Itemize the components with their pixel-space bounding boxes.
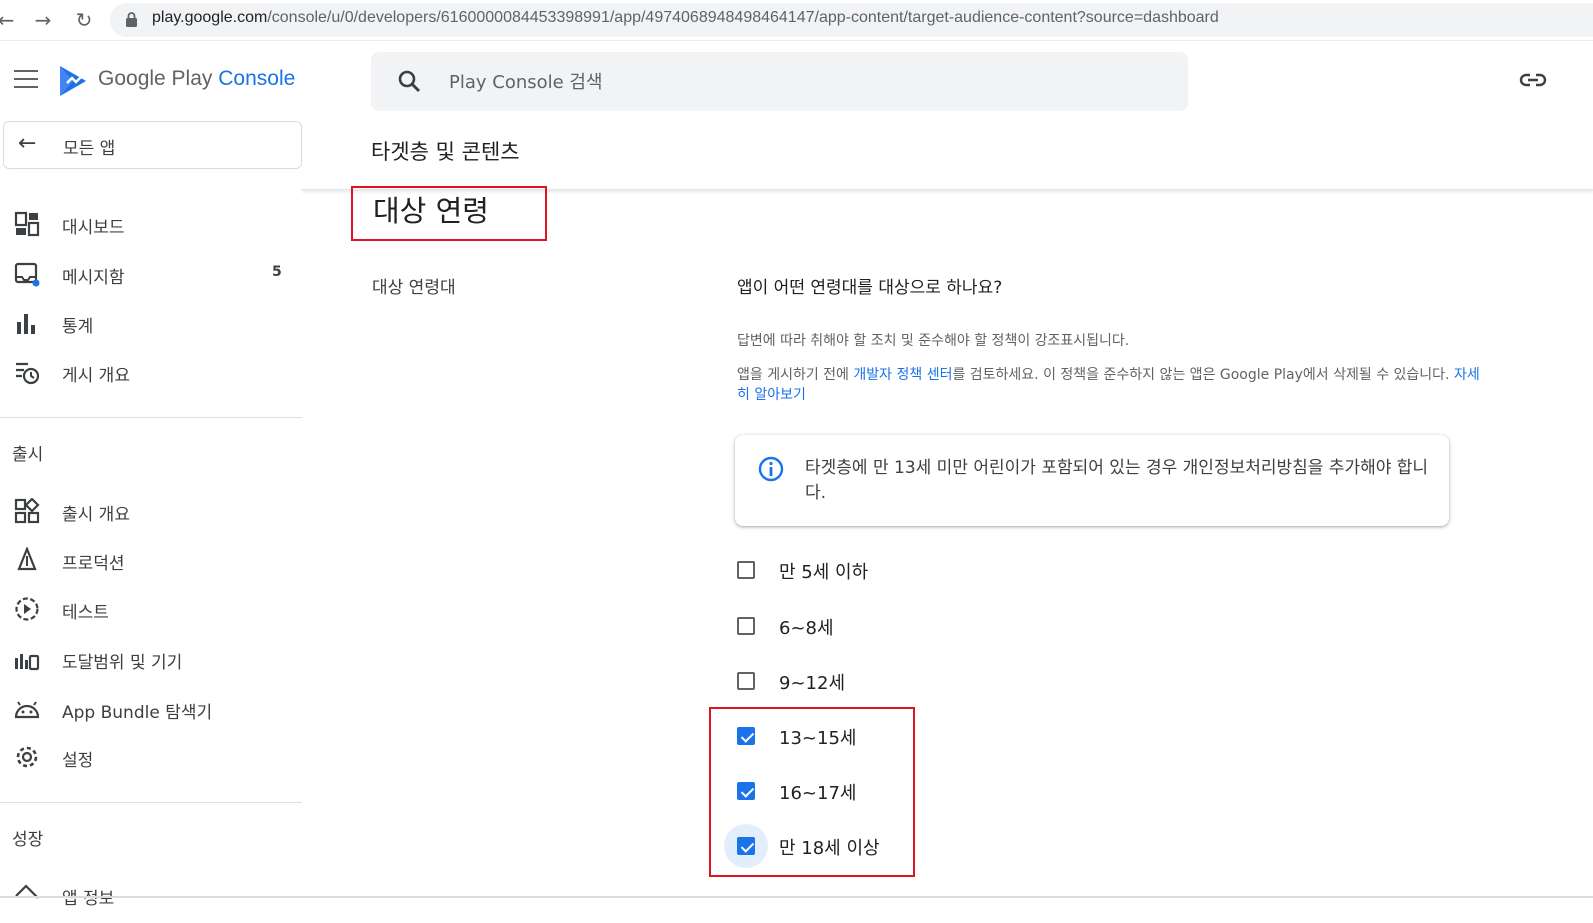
search-icon bbox=[398, 70, 421, 93]
search-input[interactable] bbox=[447, 66, 1151, 98]
testing-icon bbox=[15, 597, 39, 621]
forward-arrow-icon[interactable]: → bbox=[29, 6, 57, 34]
sidebar-item-reach-devices[interactable]: 도달범위 및 기기 bbox=[0, 636, 302, 680]
sidebar-item-label: 설정 bbox=[62, 751, 94, 771]
back-arrow-icon[interactable]: ← bbox=[0, 6, 20, 34]
publishing-overview-icon bbox=[16, 362, 40, 385]
reach-devices-icon bbox=[15, 654, 40, 671]
bottom-divider bbox=[0, 896, 1593, 898]
sidebar-item-testing[interactable]: 테스트 bbox=[0, 586, 302, 630]
highlight-box-title bbox=[351, 186, 547, 241]
sidebar-item-label: 프로덕션 bbox=[62, 554, 125, 574]
sidebar-item-statistics[interactable]: 통계 bbox=[0, 300, 302, 344]
browser-toolbar: ← → ↻ play.google.com/console/u/0/develo… bbox=[0, 0, 1593, 41]
sidebar-item-inbox[interactable]: 메시지함 5 bbox=[0, 251, 302, 295]
sidebar-item-settings[interactable]: 설정 bbox=[0, 734, 302, 778]
search-bar[interactable] bbox=[371, 52, 1188, 111]
checkbox[interactable] bbox=[737, 672, 755, 690]
inbox-count-badge: 5 bbox=[272, 264, 282, 280]
inbox-icon bbox=[14, 262, 40, 287]
app-logo-text: Google Play Console bbox=[98, 67, 296, 90]
checkbox-label: 만 5세 이하 bbox=[779, 562, 869, 583]
sidebar-item-label: 게시 개요 bbox=[62, 366, 130, 386]
info-text: 타겟층에 만 13세 미만 어린이가 포함되어 있는 경우 개인정보처리방침을 … bbox=[805, 458, 1429, 503]
sidebar-item-label: 테스트 bbox=[62, 603, 109, 623]
sidebar-item-label: 통계 bbox=[62, 317, 94, 337]
info-icon bbox=[758, 456, 784, 482]
all-apps-label: 모든 앱 bbox=[63, 139, 116, 159]
checkbox-label: 6~8세 bbox=[779, 618, 834, 639]
sidebar-item-release-overview[interactable]: 출시 개요 bbox=[0, 488, 302, 532]
lock-icon bbox=[126, 12, 137, 27]
description-text: 답변에 따라 취해야 할 조치 및 준수해야 할 정책이 강조표시됩니다. bbox=[737, 333, 1130, 349]
play-console-logo-icon bbox=[60, 66, 86, 96]
sidebar-section-release: 출시 bbox=[12, 445, 44, 465]
arrow-back-icon: ← bbox=[18, 131, 37, 156]
info-card: 타겟층에 만 13세 미만 어린이가 포함되어 있는 경우 개인정보처리방침을 … bbox=[735, 435, 1449, 526]
developer-policy-center-link[interactable]: 개발자 정책 센터 bbox=[853, 367, 952, 383]
dashboard-icon bbox=[14, 211, 40, 237]
sidebar-divider bbox=[0, 417, 302, 418]
sidebar-item-label: 메시지함 bbox=[62, 268, 125, 288]
bar-chart-icon bbox=[17, 314, 35, 334]
reload-icon[interactable]: ↻ bbox=[70, 6, 98, 34]
sidebar-item-dashboard[interactable]: 대시보드 bbox=[0, 201, 302, 245]
android-icon bbox=[14, 701, 40, 719]
question-text: 앱이 어떤 연령대를 대상으로 하나요? bbox=[737, 278, 1003, 298]
release-overview-icon bbox=[14, 498, 40, 524]
checkbox-label: 9~12세 bbox=[779, 673, 845, 694]
sidebar-item-publishing-overview[interactable]: 게시 개요 bbox=[0, 349, 302, 393]
link-icon[interactable] bbox=[1519, 68, 1547, 92]
sidebar-item-production[interactable]: 프로덕션 bbox=[0, 537, 302, 581]
menu-icon[interactable] bbox=[14, 70, 40, 92]
sidebar-divider bbox=[0, 802, 302, 803]
highlight-box-checked-options bbox=[709, 707, 915, 877]
sidebar-section-grow: 성장 bbox=[12, 830, 44, 850]
sidebar-item-store-presence[interactable]: 앱 정보 bbox=[0, 872, 302, 916]
checkbox[interactable] bbox=[737, 561, 755, 579]
field-label: 대상 연령대 bbox=[372, 278, 456, 298]
settings-gear-icon bbox=[16, 746, 38, 768]
store-presence-icon bbox=[15, 884, 39, 899]
page-subheader: 타겟층 및 콘텐츠 bbox=[371, 140, 520, 164]
policy-description: 앱을 게시하기 전에 개발자 정책 센터를 검토하세요. 이 정책을 준수하지 … bbox=[737, 367, 1480, 403]
sidebar-item-label: 출시 개요 bbox=[62, 505, 130, 525]
sidebar-item-app-bundle-explorer[interactable]: App Bundle 탐색기 bbox=[0, 686, 302, 730]
sidebar-item-label: 대시보드 bbox=[62, 218, 125, 238]
production-icon bbox=[17, 547, 37, 571]
sidebar-item-label: App Bundle 탐색기 bbox=[62, 703, 213, 723]
checkbox[interactable] bbox=[737, 617, 755, 635]
sidebar-item-label: 도달범위 및 기기 bbox=[62, 653, 183, 673]
all-apps-button[interactable]: ← 모든 앱 bbox=[3, 121, 302, 169]
url-text[interactable]: play.google.com/console/u/0/developers/6… bbox=[152, 9, 1219, 27]
